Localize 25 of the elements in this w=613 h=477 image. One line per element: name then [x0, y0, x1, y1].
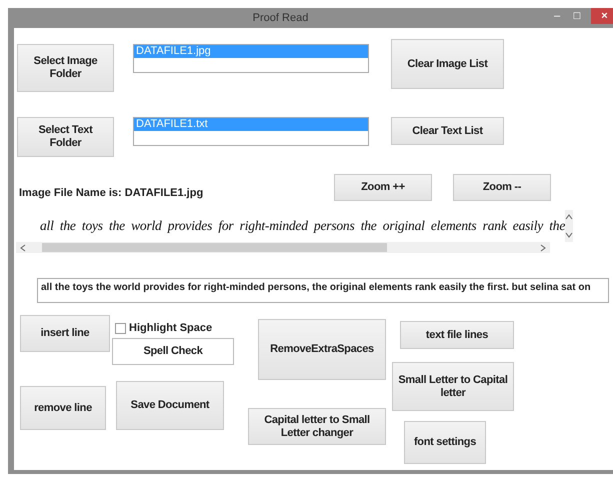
scroll-thumb[interactable]: [42, 243, 387, 252]
remove-line-button[interactable]: remove line: [20, 386, 106, 430]
horizontal-scrollbar[interactable]: [16, 242, 550, 253]
image-text: all the toys the world provides for right-minded persons the original elements rank easily the: [39, 217, 566, 235]
clear-text-list-button[interactable]: Clear Text List: [391, 117, 504, 145]
text-file-lines-button[interactable]: text file lines: [400, 321, 514, 349]
text-field[interactable]: all the toys the world provides for right-minded persons, the original elements rank easily the first. but selina sat on: [37, 278, 609, 303]
clear-image-list-button[interactable]: Clear Image List: [391, 39, 504, 89]
vertical-scrollbar[interactable]: [565, 210, 574, 242]
close-button[interactable]: ×: [591, 8, 613, 24]
remove-extra-spaces-button[interactable]: RemoveExtraSpaces: [258, 319, 386, 380]
zoom-out-button[interactable]: Zoom --: [453, 174, 551, 201]
checkbox-label: Highlight Space: [129, 322, 212, 334]
lowercase-button[interactable]: Capital letter to Small Letter changer: [248, 408, 386, 445]
select-text-folder-button[interactable]: Select Text Folder: [17, 117, 114, 157]
insert-line-button[interactable]: insert line: [20, 315, 110, 352]
font-settings-button[interactable]: font settings: [404, 421, 486, 464]
image-file-label: Image File Name is: DATAFILE1.jpg: [19, 187, 204, 199]
save-document-button[interactable]: Save Document: [116, 381, 224, 430]
zoom-in-button[interactable]: Zoom ++: [334, 174, 432, 201]
uppercase-button[interactable]: Small Letter to Capital letter: [392, 362, 514, 411]
spell-check-button[interactable]: Spell Check: [112, 338, 234, 365]
window-title: Proof Read: [252, 12, 310, 24]
checkbox[interactable]: [115, 322, 126, 334]
select-image-folder-button[interactable]: Select Image Folder: [17, 44, 114, 92]
